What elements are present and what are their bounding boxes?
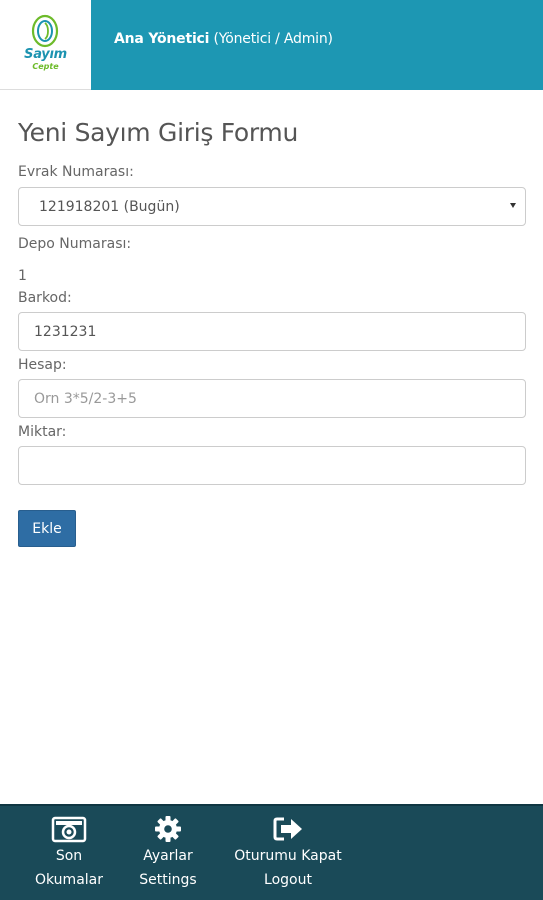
user-role: (Yönetici / Admin) bbox=[213, 31, 333, 47]
add-button[interactable]: Ekle bbox=[18, 510, 76, 547]
barcode-input[interactable] bbox=[18, 312, 526, 351]
depot-number-value: 1 bbox=[18, 268, 27, 284]
logout-icon bbox=[273, 817, 302, 841]
nav-settings-line1: Ayarlar bbox=[143, 848, 193, 864]
title-bar: Ana Yönetici (Yönetici / Admin) bbox=[91, 0, 543, 90]
account-input[interactable] bbox=[18, 379, 526, 418]
nav-logout-line2: Logout bbox=[264, 872, 312, 888]
nav-settings-line2: Settings bbox=[139, 872, 197, 888]
depot-number-label: Depo Numarası: bbox=[18, 236, 132, 252]
logo-tagline: Cepte bbox=[32, 62, 59, 71]
document-number-select[interactable]: 121918201 (Bugün) bbox=[18, 187, 526, 226]
logo-name: Sayım bbox=[24, 47, 67, 62]
entry-form: Yeni Sayım Giriş Formu Evrak Numarası: 1… bbox=[18, 118, 526, 547]
user-info: Ana Yönetici (Yönetici / Admin) bbox=[114, 31, 333, 47]
barcode-label: Barkod: bbox=[18, 290, 72, 306]
camera-icon bbox=[51, 816, 87, 843]
quantity-label: Miktar: bbox=[18, 424, 67, 440]
nav-recent-line1: Son bbox=[55, 848, 83, 864]
document-number-label: Evrak Numarası: bbox=[18, 164, 134, 180]
app-logo[interactable]: Sayım Cepte bbox=[0, 0, 91, 90]
app-header: Sayım Cepte Ana Yönetici (Yönetici / Adm… bbox=[0, 0, 543, 90]
caret-down-icon bbox=[510, 203, 516, 208]
logo-swirl-icon bbox=[31, 14, 59, 48]
gear-icon bbox=[155, 816, 181, 842]
page-title: Yeni Sayım Giriş Formu bbox=[18, 118, 299, 147]
nav-logout[interactable]: Oturumu Kapat Logout bbox=[228, 814, 348, 892]
user-name: Ana Yönetici bbox=[114, 31, 210, 47]
quantity-input[interactable] bbox=[18, 446, 526, 485]
bottom-nav: Son Okumalar Ayarlar Settings Oturumu Ka… bbox=[0, 804, 543, 900]
nav-logout-line1: Oturumu Kapat bbox=[234, 848, 342, 864]
nav-recent-line2: Okumalar bbox=[34, 872, 103, 888]
nav-recent-readings[interactable]: Son Okumalar bbox=[30, 814, 108, 892]
nav-settings[interactable]: Ayarlar Settings bbox=[131, 814, 205, 892]
account-label: Hesap: bbox=[18, 357, 67, 373]
document-number-selected: 121918201 (Bugün) bbox=[39, 198, 180, 215]
